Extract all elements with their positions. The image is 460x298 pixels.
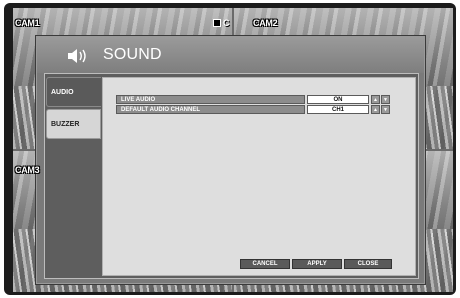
tab-buzzer[interactable]: BUZZER [46,109,101,139]
arrow-up-icon[interactable]: ▲ [371,105,380,114]
dvr-monitor-frame: CAM1 CAM2 CAM3 C SOUND AUDIO BUZZER LIVE… [4,3,456,295]
apply-button[interactable]: APPLY [292,259,342,269]
camera-label-1: CAM1 [15,18,40,28]
setting-label: LIVE AUDIO [116,95,305,104]
tab-audio[interactable]: AUDIO [46,77,101,107]
setting-label: DEFAULT AUDIO CHANNEL [116,105,305,114]
cancel-button[interactable]: CANCEL [240,259,290,269]
sound-dialog: SOUND AUDIO BUZZER LIVE AUDIO ON ▲ ▼ DEF… [36,36,425,284]
arrow-down-icon[interactable]: ▼ [381,105,390,114]
dialog-body: AUDIO BUZZER LIVE AUDIO ON ▲ ▼ DEFAULT A… [44,73,419,279]
arrow-up-icon[interactable]: ▲ [371,95,380,104]
settings-panel: LIVE AUDIO ON ▲ ▼ DEFAULT AUDIO CHANNEL … [102,77,416,276]
close-button[interactable]: CLOSE [344,259,392,269]
camera-label-3: CAM3 [15,165,40,175]
record-status-icon [213,19,221,27]
record-indicator-text: C [223,18,230,28]
camera-label-2: CAM2 [253,18,278,28]
camera-grid: CAM1 CAM2 CAM3 C SOUND AUDIO BUZZER LIVE… [13,8,453,292]
live-audio-value[interactable]: ON [307,95,369,104]
dialog-title: SOUND [103,46,162,63]
speaker-icon [68,49,86,63]
dialog-header: SOUND [37,37,424,73]
default-audio-channel-value[interactable]: CH1 [307,105,369,114]
record-indicator: C [213,18,230,28]
arrow-down-icon[interactable]: ▼ [381,95,390,104]
